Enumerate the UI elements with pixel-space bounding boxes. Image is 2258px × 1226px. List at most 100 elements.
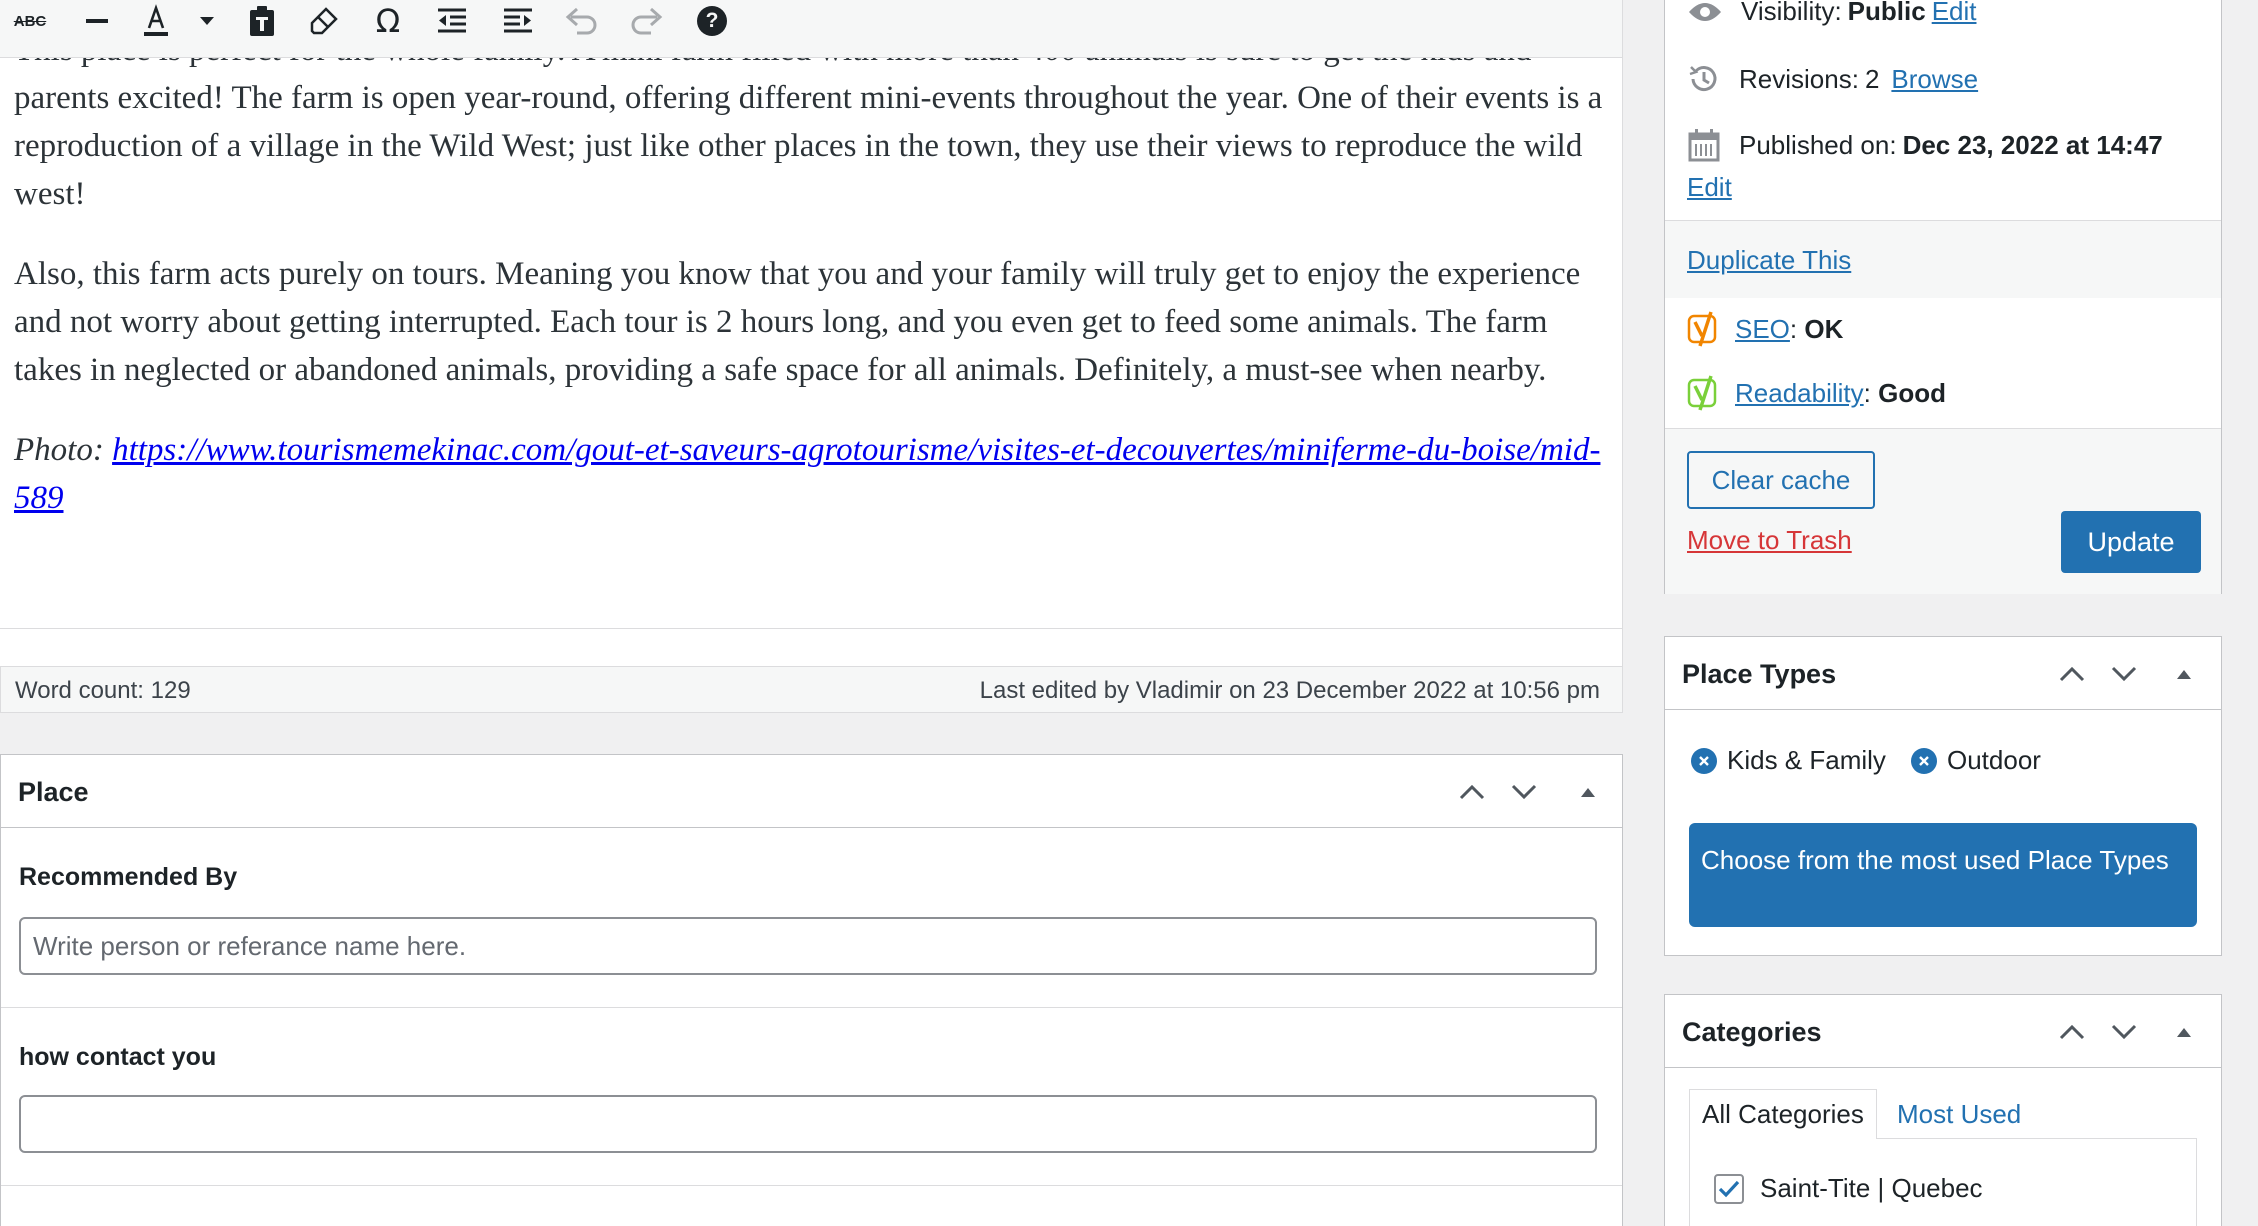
chevron-up-icon [2059,666,2085,682]
seo-score: OK [1804,313,1844,344]
publish-actions: Clear cache Move to Trash Update [1665,428,2221,594]
horizontal-line-button[interactable] [78,0,116,42]
checkmark-icon [1718,1180,1740,1197]
remove-tag-icon[interactable] [1691,747,1717,774]
clear-cache-button[interactable]: Clear cache [1687,451,1875,509]
tab-all-categories[interactable]: All Categories [1689,1089,1877,1139]
visibility-label: Visibility: [1741,0,1842,26]
chevron-down-icon [2111,666,2137,682]
indent-button[interactable] [498,0,538,42]
yoast-seo-icon [1687,311,1717,347]
tab-most-used[interactable]: Most Used [1885,1089,2033,1139]
special-character-button[interactable]: Ω [368,0,408,42]
publish-box: Visibility: Public Edit Revisions: 2 Bro… [1664,0,2222,594]
readability-score-row: Readability : Good [1687,374,1946,412]
category-checkbox[interactable] [1714,1173,1744,1204]
place-type-tag-label: Kids & Family [1727,745,1886,775]
editor-content[interactable]: This place is perfect for the whole fami… [14,32,1604,554]
seo-link[interactable]: SEO [1735,314,1790,345]
readability-score: Good [1878,377,1946,408]
photo-link[interactable]: https://www.tourismemekinac.com/gout-et-… [14,432,1600,516]
chevron-up-icon [2059,1024,2085,1040]
word-count: Word count: 129 [15,677,191,704]
paste-as-text-button[interactable] [242,0,282,42]
place-types-title: Place Types [1682,659,1837,689]
seo-score-row: SEO : OK [1687,310,1843,348]
editor-toolbar: ABC Ω ? [0,0,1622,58]
undo-button[interactable] [562,0,602,42]
yoast-scores: SEO : OK Readability : Good [1665,298,2221,428]
place-meta-box: Place Recommended By how contact you [0,754,1623,1226]
redo-icon [631,7,663,35]
category-label: Saint-Tite | Quebec [1760,1173,1983,1203]
eye-icon [1687,0,1723,24]
history-icon [1687,62,1721,96]
move-up-button[interactable] [2055,1017,2089,1047]
move-up-button[interactable] [2055,659,2089,689]
remove-tag-icon[interactable] [1911,747,1937,774]
how-contact-label: how contact you [19,1043,217,1071]
eraser-icon [310,7,338,35]
text-color-dropdown[interactable] [194,0,220,42]
move-down-button[interactable] [2107,659,2141,689]
help-button[interactable]: ? [692,0,732,42]
published-edit-link[interactable]: Edit [1687,172,1732,203]
text-color-icon [144,4,168,36]
choose-most-used-button[interactable]: Choose from the most used Place Types [1689,823,2197,927]
chevron-down-icon [1511,784,1537,800]
category-tabs: Saint-Tite | Quebec All Categories Most … [1689,1089,2197,1226]
omega-icon: Ω [375,2,401,40]
redo-button[interactable] [626,0,666,42]
category-list: Saint-Tite | Quebec [1689,1138,2197,1226]
update-button[interactable]: Update [2061,511,2201,573]
place-types-box: Place Types Kids & Family Outdoor Choose… [1664,636,2222,956]
place-types-header: Place Types [1665,637,2221,710]
paragraph-2: Also, this farm acts purely on tours. Me… [14,256,1581,388]
duplicate-link[interactable]: Duplicate This [1687,245,1851,276]
chevron-up-icon [1459,784,1485,800]
caret-up-icon [1581,788,1595,797]
help-icon: ? [697,6,727,36]
move-down-button[interactable] [1507,777,1541,807]
strikethrough-button[interactable]: ABC [10,0,50,42]
editor-status-bar: Word count: 129 Last edited by Vladimir … [0,666,1623,713]
field-divider [1,1007,1622,1008]
text-color-button[interactable] [136,0,176,42]
recommended-by-label: Recommended By [19,863,238,891]
toggle-panel-button[interactable] [2167,659,2201,689]
indent-icon [504,8,532,33]
move-up-button[interactable] [1455,777,1489,807]
categories-box: Categories Saint-Tite | Quebec All Categ… [1664,994,2222,1226]
toggle-panel-button[interactable] [2167,1017,2201,1047]
outdent-button[interactable] [432,0,472,42]
calendar-icon [1687,128,1721,162]
chevron-down-icon [200,17,214,25]
published-label: Published on: [1739,129,1897,160]
toggle-panel-button[interactable] [1571,777,1605,807]
visibility-row: Visibility: Public Edit [1687,0,1977,27]
recommended-by-input[interactable] [19,917,1597,975]
revisions-count: 2 [1864,63,1880,94]
readability-link[interactable]: Readability [1735,378,1864,409]
post-editor[interactable]: ABC Ω ? parents excited! The farm is ope… [0,0,1623,628]
clipboard-icon [250,6,274,36]
move-down-button[interactable] [2107,1017,2141,1047]
photo-credit: Photo: https://www.tourismemekinac.com/g… [14,426,1604,522]
published-date: Dec 23, 2022 at 14:47 [1902,129,2163,160]
last-edited: Last edited by Vladimir on 23 December 2… [979,677,1600,704]
move-to-trash-link[interactable]: Move to Trash [1687,525,1852,556]
duplicate-row: Duplicate This [1665,220,2221,298]
outdent-icon [438,8,466,33]
visibility-edit-link[interactable]: Edit [1932,0,1977,27]
strikethrough-icon: ABC [13,12,47,30]
categories-title: Categories [1682,1017,1822,1047]
how-contact-input[interactable] [19,1095,1597,1153]
caret-up-icon [2177,1028,2191,1037]
caret-up-icon [2177,670,2191,679]
clear-formatting-button[interactable] [304,0,344,42]
horizontal-line-icon [86,19,108,23]
category-item[interactable]: Saint-Tite | Quebec [1714,1173,1983,1204]
place-type-tag: Kids & Family [1691,745,1886,776]
revisions-browse-link[interactable]: Browse [1891,64,1978,95]
categories-header: Categories [1665,995,2221,1068]
